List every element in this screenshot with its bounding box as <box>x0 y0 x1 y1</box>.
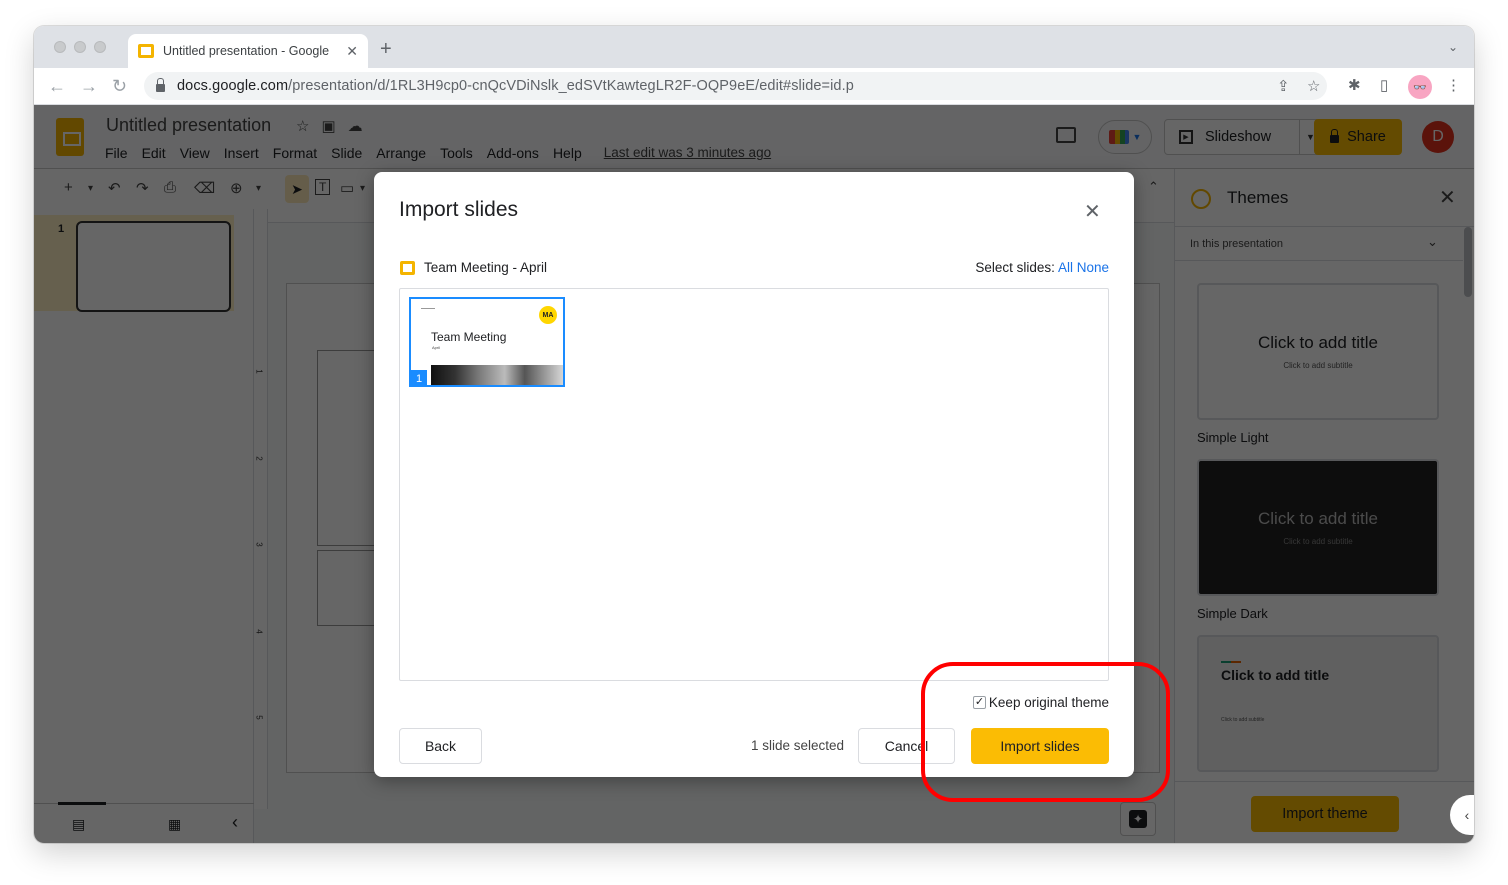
keep-original-theme-option[interactable]: ✓ Keep original theme <box>972 695 1109 710</box>
window-close-button[interactable] <box>54 41 66 53</box>
window-minimize-button[interactable] <box>74 41 86 53</box>
window-zoom-button[interactable] <box>94 41 106 53</box>
profile-avatar[interactable]: 👓 <box>1408 75 1432 99</box>
browser-tab[interactable]: Untitled presentation - Google ✕ <box>128 34 368 68</box>
browser-toolbar: ← → ↻ docs.google.com/presentation/d/1RL… <box>34 68 1474 105</box>
tab-search-icon[interactable]: ⌄ <box>1448 40 1458 54</box>
import-slides-button[interactable]: Import slides <box>971 728 1109 764</box>
url-path: /presentation/d/1RL3H9cp0-cnQcVDiNslk_ed… <box>288 78 854 94</box>
back-button[interactable]: Back <box>399 728 482 764</box>
slide-subtitle: April <box>432 345 441 350</box>
slide-header-line <box>421 308 435 309</box>
close-icon[interactable]: ✕ <box>1084 199 1101 224</box>
share-page-icon[interactable]: ⇪ <box>1277 77 1290 95</box>
reload-icon[interactable]: ↻ <box>112 76 127 97</box>
select-all-link[interactable]: All <box>1058 260 1073 275</box>
keep-theme-label: Keep original theme <box>988 695 1109 710</box>
side-panel-icon[interactable]: ▯ <box>1380 76 1388 94</box>
tab-title: Untitled presentation - Google <box>163 44 330 58</box>
slides-favicon-icon <box>138 44 154 58</box>
back-icon[interactable]: ← <box>48 76 66 97</box>
slides-file-icon <box>400 261 415 275</box>
select-slides-label: Select slides: <box>975 260 1055 275</box>
browser-window: Untitled presentation - Google ✕ + ⌄ ← →… <box>34 26 1474 843</box>
forward-icon[interactable]: → <box>80 76 98 97</box>
slides-app: Untitled presentation ☆ ▣ ☁ File Edit Vi… <box>34 105 1474 843</box>
select-none-link[interactable]: None <box>1077 260 1109 275</box>
slide-number-badge: 1 <box>411 370 427 385</box>
selected-count: 1 slide selected <box>750 738 844 753</box>
slide-title: Team Meeting <box>431 330 507 344</box>
bookmark-star-icon[interactable]: ☆ <box>1307 77 1320 95</box>
slide-grid: MA Team Meeting April 1 <box>399 288 1109 681</box>
slide-photo <box>431 365 563 385</box>
lock-icon[interactable] <box>156 78 165 92</box>
browser-menu-icon[interactable]: ⋮ <box>1446 76 1461 94</box>
new-tab-button[interactable]: + <box>380 38 392 61</box>
keep-theme-checkbox[interactable]: ✓ <box>972 696 986 709</box>
source-presentation-name: Team Meeting - April <box>424 260 548 275</box>
slide-logo-badge: MA <box>539 306 557 324</box>
import-slide-thumbnail[interactable]: MA Team Meeting April 1 <box>409 297 565 387</box>
tab-close-icon[interactable]: ✕ <box>346 43 358 60</box>
import-slides-dialog: Import slides ✕ Team Meeting - April Sel… <box>374 172 1134 777</box>
dialog-title: Import slides <box>399 198 519 221</box>
tab-strip: Untitled presentation - Google ✕ + ⌄ <box>34 26 1474 68</box>
select-slides-control: Select slides: All None <box>975 260 1109 275</box>
cancel-button[interactable]: Cancel <box>858 728 955 764</box>
address-bar[interactable]: docs.google.com/presentation/d/1RL3H9cp0… <box>144 72 1327 100</box>
url-host: docs.google.com <box>177 78 289 94</box>
extensions-icon[interactable]: ✱ <box>1348 76 1361 94</box>
url-text[interactable]: docs.google.com/presentation/d/1RL3H9cp0… <box>177 78 854 94</box>
